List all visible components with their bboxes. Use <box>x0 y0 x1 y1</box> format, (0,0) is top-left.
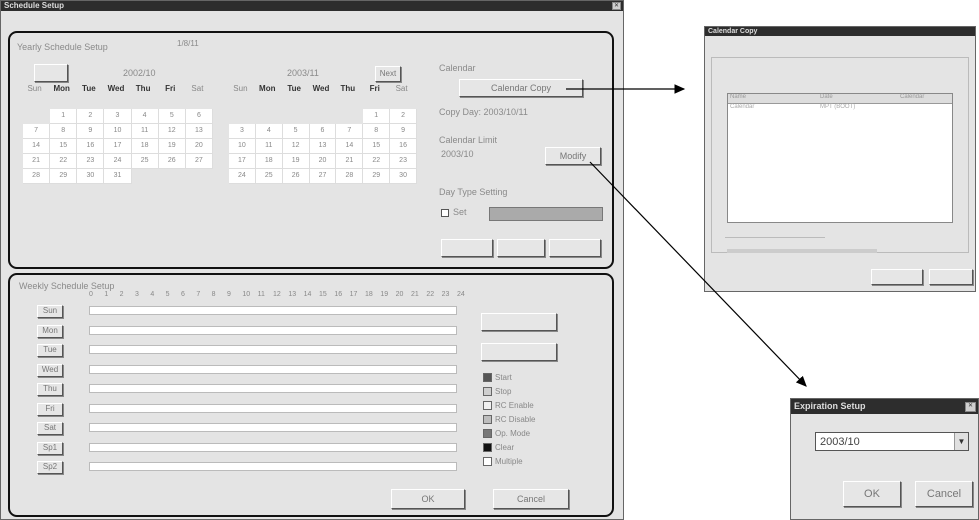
arrow-to-expiration-setup <box>589 161 807 387</box>
callout-arrows <box>566 84 807 387</box>
